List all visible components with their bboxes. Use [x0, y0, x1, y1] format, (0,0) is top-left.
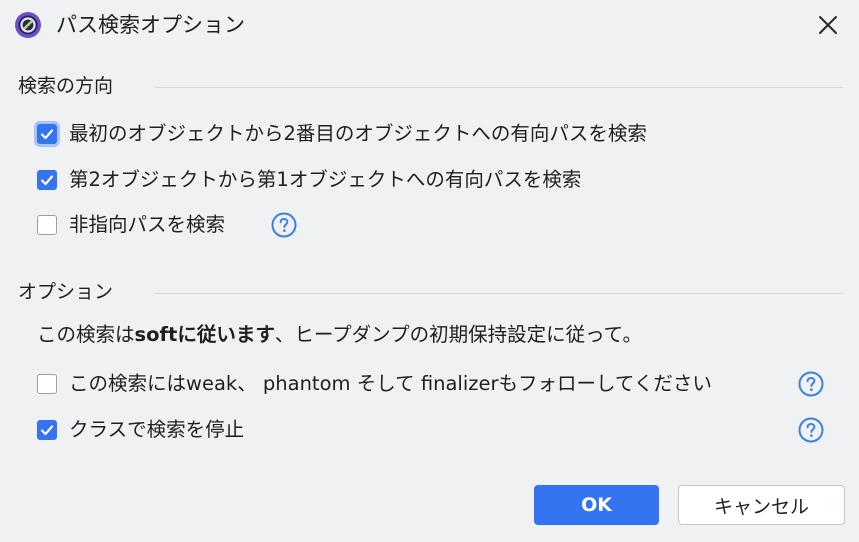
- cancel-button[interactable]: キャンセル: [678, 485, 845, 525]
- checkmark-icon: [40, 129, 54, 140]
- checkbox-undirected[interactable]: [37, 215, 57, 235]
- option-undirected[interactable]: 非指向パスを検索: [37, 210, 225, 240]
- checkbox-stop-at-class[interactable]: [37, 420, 57, 440]
- checkbox-second-to-first[interactable]: [37, 170, 57, 190]
- option-second-to-first[interactable]: 第2オブジェクトから第1オブジェクトへの有向パスを検索: [37, 165, 581, 195]
- option-label: 非指向パスを検索: [69, 213, 226, 236]
- checkmark-icon: [40, 175, 54, 186]
- checkmark-icon: [40, 425, 54, 436]
- help-question-icon[interactable]: [271, 212, 297, 238]
- section-header-direction: 検索の方向: [18, 75, 114, 97]
- title-bar: パス検索オプション: [0, 0, 859, 54]
- option-label: この検索にはweak、 phantom そして finalizerもフォローして…: [69, 372, 712, 395]
- help-question-icon[interactable]: [798, 371, 824, 397]
- option-label: 最初のオブジェクトから2番目のオブジェクトへの有向パスを検索: [69, 122, 647, 145]
- option-label: 第2オブジェクトから第1オブジェクトへの有向パスを検索: [69, 168, 582, 191]
- option-follow-weak[interactable]: この検索にはweak、 phantom そして finalizerもフォローして…: [37, 369, 712, 399]
- section-header-options: オプション: [18, 281, 114, 303]
- window-title: パス検索オプション: [56, 13, 245, 37]
- checkbox-first-to-second[interactable]: [37, 124, 57, 144]
- help-question-icon[interactable]: [798, 417, 824, 443]
- checkbox-follow-weak[interactable]: [37, 374, 57, 394]
- retention-info-text: この検索はsoftに従います、ヒープダンプの初期保持設定に従って。: [37, 323, 643, 346]
- section-divider: [155, 87, 843, 88]
- section-divider: [155, 293, 843, 294]
- app-logo-icon: [15, 12, 41, 38]
- close-icon[interactable]: [815, 12, 841, 38]
- option-first-to-second[interactable]: 最初のオブジェクトから2番目のオブジェクトへの有向パスを検索: [37, 119, 647, 149]
- ok-button[interactable]: OK: [534, 485, 659, 525]
- option-stop-at-class[interactable]: クラスで検索を停止: [37, 415, 244, 445]
- option-label: クラスで検索を停止: [69, 418, 245, 441]
